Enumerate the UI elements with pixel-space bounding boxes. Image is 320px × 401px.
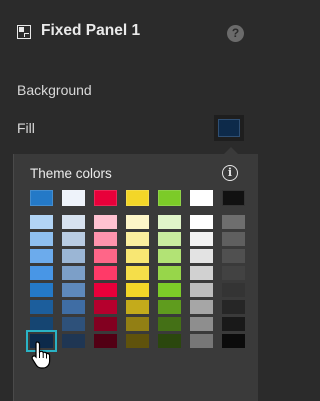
fill-color-swatch [218,119,240,137]
shade-color-swatch[interactable] [62,215,85,229]
shade-color-swatch[interactable] [222,215,245,229]
shade-color-swatch[interactable] [126,283,149,297]
shade-color-swatch[interactable] [62,317,85,331]
shade-color-swatch[interactable] [126,249,149,263]
shade-color-swatch[interactable] [30,300,53,314]
shade-color-swatch[interactable] [158,232,181,246]
panel-title: Fixed Panel 1 [41,22,141,39]
panel-layout-icon [17,25,31,39]
shade-color-swatch[interactable] [30,283,53,297]
theme-color-swatch[interactable] [30,190,53,206]
shade-color-swatch[interactable] [62,283,85,297]
theme-color-swatch[interactable] [190,190,213,206]
shade-color-swatch[interactable] [30,249,53,263]
shade-color-swatch[interactable] [94,249,117,263]
shade-color-swatch[interactable] [30,317,53,331]
shade-color-swatch[interactable] [158,249,181,263]
shade-color-swatch[interactable] [190,317,213,331]
fill-label: Fill [17,120,35,136]
shade-color-swatch[interactable] [158,334,181,348]
shade-color-swatch[interactable] [62,249,85,263]
shade-color-swatch[interactable] [158,283,181,297]
selected-color-swatch[interactable] [26,330,57,352]
shade-color-swatch[interactable] [190,215,213,229]
shade-color-swatch[interactable] [126,317,149,331]
shade-color-swatch[interactable] [158,266,181,280]
shade-color-swatch[interactable] [62,300,85,314]
theme-colors-title: Theme colors [30,166,112,181]
shade-color-swatch[interactable] [222,334,245,348]
shade-color-swatch[interactable] [30,232,53,246]
theme-color-swatch[interactable] [158,190,181,206]
shade-color-swatch[interactable] [190,283,213,297]
shade-color-swatch[interactable] [62,334,85,348]
shade-color-swatch[interactable] [126,334,149,348]
shade-color-swatch[interactable] [222,317,245,331]
shade-color-swatch[interactable] [222,283,245,297]
shade-color-swatch[interactable] [94,283,117,297]
shade-color-swatch[interactable] [94,317,117,331]
shade-color-swatch[interactable] [126,232,149,246]
shade-color-swatch[interactable] [222,232,245,246]
help-icon[interactable]: ? [227,25,244,42]
shade-color-swatch[interactable] [94,300,117,314]
info-icon[interactable]: i [222,165,238,181]
background-section-label: Background [17,82,92,98]
shade-color-swatch[interactable] [62,266,85,280]
shade-color-swatch[interactable] [30,266,53,280]
panel-header: Fixed Panel 1 ? [0,0,258,66]
shade-color-swatch[interactable] [94,232,117,246]
shade-color-swatch[interactable] [94,215,117,229]
shade-grid [26,215,245,352]
shade-color-swatch[interactable] [190,266,213,280]
theme-color-swatch[interactable] [62,190,85,206]
shade-color-swatch[interactable] [158,215,181,229]
shade-color-swatch[interactable] [222,249,245,263]
shade-color-swatch[interactable] [222,300,245,314]
shade-color-swatch[interactable] [190,232,213,246]
shade-color-swatch[interactable] [30,215,53,229]
shade-color-swatch[interactable] [190,249,213,263]
theme-color-row [30,190,245,206]
shade-color-swatch[interactable] [94,266,117,280]
shade-color-swatch[interactable] [126,215,149,229]
shade-color-swatch[interactable] [62,232,85,246]
shade-color-swatch[interactable] [190,334,213,348]
shade-color-swatch[interactable] [158,300,181,314]
fill-color-button[interactable] [214,115,244,141]
theme-color-swatch[interactable] [126,190,149,206]
theme-color-swatch[interactable] [222,190,245,206]
shade-color-swatch[interactable] [222,266,245,280]
color-picker-popup: Theme colors i [13,154,258,401]
shade-color-swatch[interactable] [126,266,149,280]
popup-pointer [224,147,238,154]
shade-color-swatch[interactable] [158,317,181,331]
shade-color-swatch[interactable] [94,334,117,348]
shade-color-swatch[interactable] [126,300,149,314]
shade-color-swatch[interactable] [190,300,213,314]
theme-color-swatch[interactable] [94,190,117,206]
